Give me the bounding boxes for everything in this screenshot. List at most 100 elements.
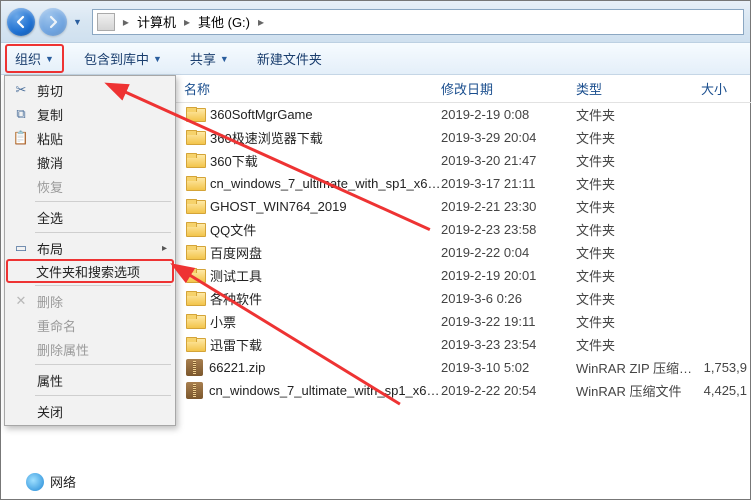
file-date: 2019-2-21 23:30	[441, 199, 576, 214]
file-name: 测试工具	[210, 266, 262, 285]
submenu-icon: ▸	[162, 243, 167, 254]
file-row[interactable]: 360SoftMgrGame2019-2-19 0:08文件夹	[176, 103, 751, 126]
file-row[interactable]: 测试工具 2019-2-19 20:01文件夹	[176, 264, 751, 287]
menu-cut[interactable]: ✂ 剪切	[7, 78, 173, 102]
menu-selectall-label: 全选	[37, 208, 63, 227]
file-date: 2019-3-23 23:54	[441, 337, 576, 352]
file-row[interactable]: 迅雷下载2019-3-23 23:54文件夹	[176, 333, 751, 356]
column-headers: 名称 修改日期 类型 大小	[176, 75, 751, 103]
menu-copy[interactable]: ⧉ 复制	[7, 102, 173, 126]
file-size: 4,425,1	[701, 383, 751, 398]
menu-separator	[35, 285, 171, 286]
include-label: 包含到库中	[84, 49, 149, 68]
menu-undo[interactable]: 撤消	[7, 150, 173, 174]
file-type: 文件夹	[576, 197, 701, 216]
file-type: 文件夹	[576, 266, 701, 285]
menu-redo: 恢复	[7, 174, 173, 198]
dropdown-icon: ▼	[153, 54, 162, 64]
file-type: 文件夹	[576, 174, 701, 193]
tree-network-label: 网络	[50, 472, 76, 491]
archive-icon	[186, 359, 203, 376]
folder-icon	[186, 130, 204, 145]
file-name: 66221.zip	[209, 360, 265, 375]
file-type: WinRAR 压缩文件	[576, 381, 701, 400]
file-row[interactable]: GHOST_WIN764_20192019-2-21 23:30文件夹	[176, 195, 751, 218]
menu-cut-label: 剪切	[37, 81, 63, 100]
share-button[interactable]: 共享 ▼	[182, 46, 237, 71]
menu-redo-label: 恢复	[37, 177, 63, 196]
menu-paste-label: 粘贴	[37, 129, 63, 148]
file-name: cn_windows_7_ultimate_with_sp1_x6…	[209, 383, 440, 398]
file-date: 2019-3-17 21:11	[441, 176, 576, 191]
organize-button[interactable]: 组织 ▼	[5, 44, 64, 73]
new-folder-button[interactable]: 新建文件夹	[249, 46, 330, 71]
include-in-library-button[interactable]: 包含到库中 ▼	[76, 46, 170, 71]
menu-removeprops-label: 删除属性	[37, 340, 89, 359]
menu-separator	[35, 201, 171, 202]
nav-history-dropdown[interactable]: ▼	[73, 17, 82, 27]
file-name: 小票	[210, 312, 236, 331]
file-type: 文件夹	[576, 335, 701, 354]
menu-separator	[35, 395, 171, 396]
breadcrumb-drive[interactable]: 其他 (G:)	[194, 10, 254, 34]
breadcrumb-separator: ▸	[254, 15, 268, 29]
menu-close-label: 关闭	[37, 402, 63, 421]
network-icon	[26, 473, 44, 491]
menu-properties[interactable]: 属性	[7, 368, 173, 392]
file-row[interactable]: 66221.zip2019-3-10 5:02WinRAR ZIP 压缩…1,7…	[176, 356, 751, 379]
file-row[interactable]: 各种软件2019-3-6 0:26文件夹	[176, 287, 751, 310]
menu-undo-label: 撤消	[37, 153, 63, 172]
file-row[interactable]: 百度网盘2019-2-22 0:04文件夹	[176, 241, 751, 264]
menu-properties-label: 属性	[37, 371, 63, 390]
breadcrumb-separator: ▸	[119, 15, 133, 29]
file-row[interactable]: 小票2019-3-22 19:11文件夹	[176, 310, 751, 333]
archive-icon	[186, 382, 203, 399]
file-row[interactable]: cn_windows_7_ultimate_with_sp1_x6…2019-3…	[176, 172, 751, 195]
address-bar[interactable]: ▸ 计算机 ▸ 其他 (G:) ▸	[92, 9, 744, 35]
col-date[interactable]: 修改日期	[441, 79, 576, 98]
col-size[interactable]: 大小	[701, 79, 751, 98]
file-date: 2019-2-19 20:01	[441, 268, 576, 283]
file-type: 文件夹	[576, 151, 701, 170]
file-date: 2019-3-29 20:04	[441, 130, 576, 145]
menu-selectall[interactable]: 全选	[7, 205, 173, 229]
col-name[interactable]: 名称	[176, 79, 441, 98]
file-date: 2019-2-19 0:08	[441, 107, 576, 122]
file-row[interactable]: cn_windows_7_ultimate_with_sp1_x6…2019-2…	[176, 379, 751, 402]
copy-icon: ⧉	[13, 106, 29, 122]
file-type: 文件夹	[576, 220, 701, 239]
menu-remove-props: 删除属性	[7, 337, 173, 361]
menu-layout[interactable]: ▭ 布局 ▸	[7, 236, 173, 260]
file-type: 文件夹	[576, 128, 701, 147]
nav-back-button[interactable]	[7, 8, 35, 36]
share-label: 共享	[190, 49, 216, 68]
organize-menu: ✂ 剪切 ⧉ 复制 📋 粘贴 撤消 恢复 全选 ▭	[4, 75, 176, 426]
menu-folder-search-options[interactable]: 文件夹和搜索选项	[6, 259, 174, 283]
menu-rename: 重命名	[7, 313, 173, 337]
nav-forward-button[interactable]	[39, 8, 67, 36]
file-row[interactable]: 360极速浏览器下载2019-3-29 20:04文件夹	[176, 126, 751, 149]
file-name: 360下载	[210, 151, 258, 170]
file-row[interactable]: 360下载2019-3-20 21:47文件夹	[176, 149, 751, 172]
file-list: 名称 修改日期 类型 大小 360SoftMgrGame2019-2-19 0:…	[176, 75, 751, 499]
col-type[interactable]: 类型	[576, 79, 701, 98]
layout-icon: ▭	[13, 240, 29, 256]
folder-icon	[186, 314, 204, 329]
folder-icon	[186, 176, 204, 191]
file-row[interactable]: QQ文件2019-2-23 23:58文件夹	[176, 218, 751, 241]
tree-item-network[interactable]: 网络	[26, 472, 76, 491]
menu-paste[interactable]: 📋 粘贴	[7, 126, 173, 150]
file-date: 2019-2-22 0:04	[441, 245, 576, 260]
menu-fso-label: 文件夹和搜索选项	[36, 262, 140, 281]
folder-icon	[186, 107, 204, 122]
paste-icon: 📋	[13, 130, 29, 146]
file-type: 文件夹	[576, 312, 701, 331]
menu-copy-label: 复制	[37, 105, 63, 124]
file-date: 2019-3-6 0:26	[441, 291, 576, 306]
menu-close[interactable]: 关闭	[7, 399, 173, 423]
newfolder-label: 新建文件夹	[257, 49, 322, 68]
breadcrumb-computer[interactable]: 计算机	[133, 10, 180, 34]
file-date: 2019-2-23 23:58	[441, 222, 576, 237]
dropdown-icon: ▼	[220, 54, 229, 64]
folder-icon	[186, 337, 204, 352]
